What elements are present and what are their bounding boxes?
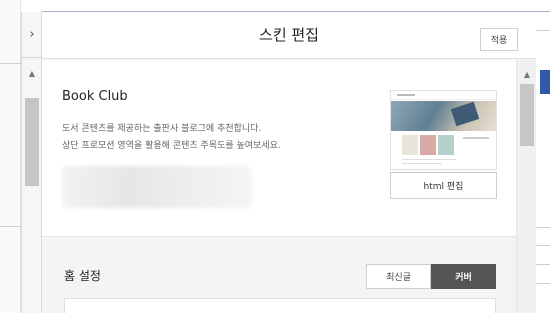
collapse-column: › ▲ (21, 12, 42, 313)
left-scrollbar-thumb[interactable] (25, 98, 39, 186)
collapse-panel-button[interactable]: › (22, 12, 42, 58)
home-mode-toggle: 최신글 커버 (366, 264, 496, 289)
background-blue-element (540, 70, 550, 94)
apply-button[interactable]: 적용 (480, 28, 518, 51)
panel-scrollbar-thumb[interactable] (520, 84, 534, 146)
divider (0, 226, 21, 227)
editor-left-strip (0, 0, 21, 313)
preview-tile (438, 135, 454, 155)
skin-description: 도서 콘텐츠를 제공하는 출판사 블로그에 추천합니다. 상단 프로모션 영역을… (62, 121, 362, 155)
home-settings-box (64, 298, 496, 313)
background-page-edge (536, 12, 550, 313)
panel-scrollbar[interactable]: ▲ (516, 60, 536, 313)
scroll-up-arrow-icon[interactable]: ▲ (22, 69, 42, 78)
skin-preview-thumbnail (390, 90, 497, 170)
divider (536, 264, 550, 265)
preview-tile (402, 135, 418, 155)
description-line: 도서 콘텐츠를 제공하는 출판사 블로그에 추천합니다. (62, 124, 262, 134)
preview-text-line (402, 163, 442, 164)
home-settings-label: 홈 설정 (64, 269, 101, 283)
html-edit-button[interactable]: html 편집 (390, 172, 497, 199)
preview-text-line (402, 159, 456, 160)
scroll-up-arrow-icon[interactable]: ▲ (517, 70, 537, 79)
divider (0, 63, 21, 64)
divider (536, 30, 550, 31)
latest-posts-option[interactable]: 최신글 (366, 264, 431, 289)
preview-tile (420, 135, 436, 155)
page-title: 스킨 편집 (259, 26, 319, 44)
skin-edit-panel: 스킨 편집 적용 Book Club 도서 콘텐츠를 제공하는 출판사 블로그에… (42, 12, 536, 313)
top-accent-bar (0, 0, 550, 12)
cover-option[interactable]: 커버 (431, 264, 496, 289)
panel-header: 스킨 편집 적용 (42, 12, 536, 59)
divider (536, 227, 550, 228)
preview-sidebar-line (463, 137, 489, 139)
skin-info-card: Book Club 도서 콘텐츠를 제공하는 출판사 블로그에 추천합니다. 상… (42, 60, 516, 237)
home-settings-section: 홈 설정 최신글 커버 (42, 238, 516, 313)
description-line: 상단 프로모션 영역을 활용해 콘텐츠 주목도를 높여보세요. (62, 141, 281, 151)
chevron-right-icon: › (29, 27, 35, 42)
preview-topbar (391, 91, 496, 100)
blurred-content (62, 166, 252, 208)
preview-logo (397, 94, 415, 96)
preview-hero-image (391, 101, 496, 131)
skin-name: Book Club (62, 89, 128, 104)
divider (536, 245, 550, 246)
divider (536, 283, 550, 284)
